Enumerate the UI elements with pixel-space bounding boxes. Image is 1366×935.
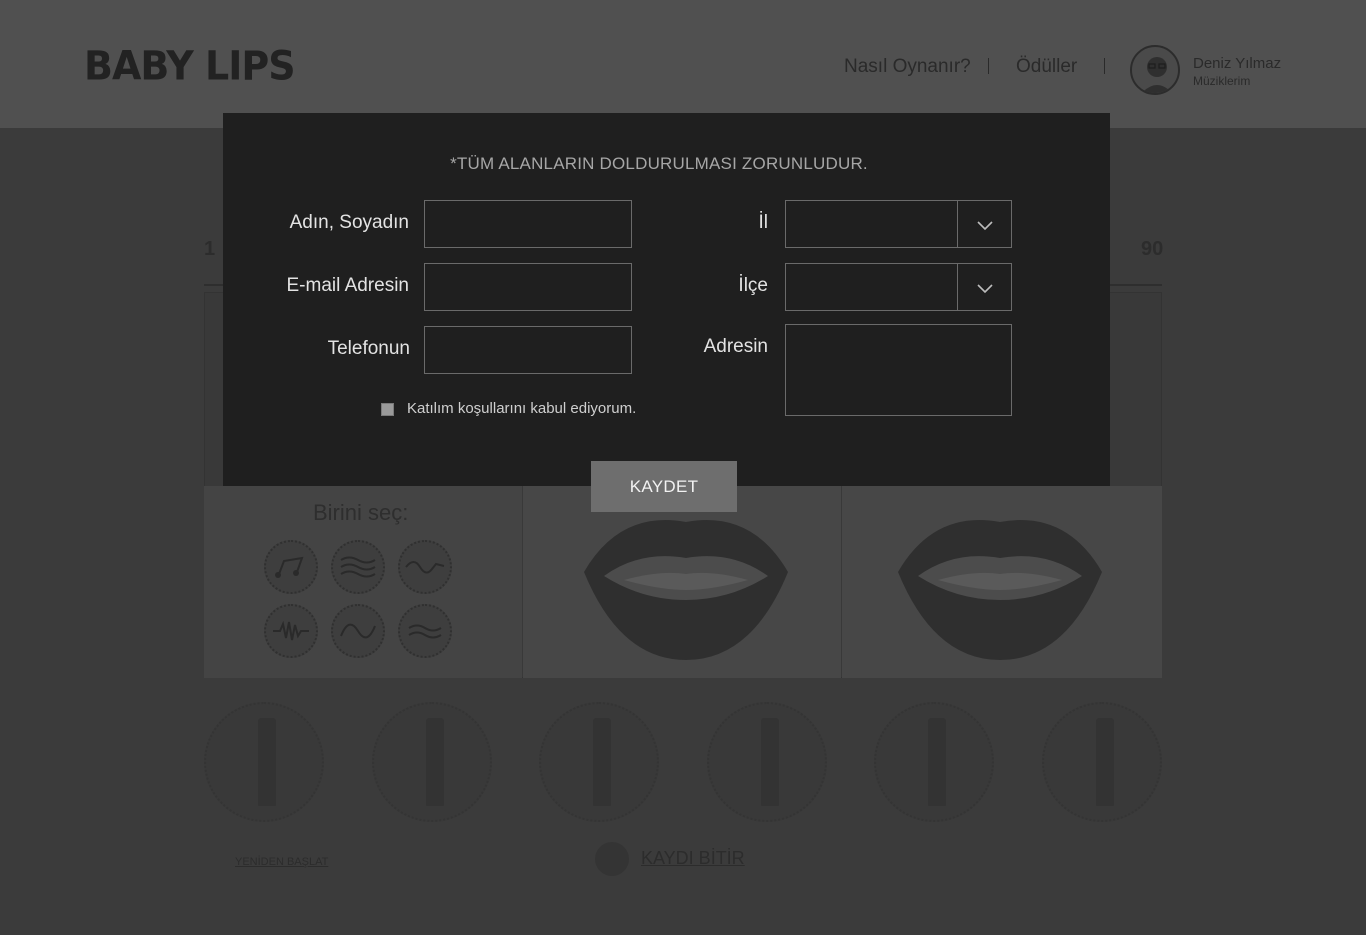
user-music-link[interactable]: Müziklerim [1193,74,1250,88]
ripple-icon[interactable] [398,604,452,658]
lipstick-icon [426,718,444,806]
district-select[interactable] [785,263,1012,311]
pulse-wave-icon[interactable] [264,604,318,658]
nav-separator [1104,58,1105,74]
sine-wave-icon[interactable] [398,540,452,594]
lipstick-option[interactable] [204,702,324,822]
district-select-toggle[interactable] [957,264,1011,310]
terms-checkbox[interactable] [381,403,394,416]
phone-label: Telefonun [327,338,410,359]
save-button[interactable]: KAYDET [591,461,737,512]
district-label: İlçe [738,275,768,296]
lipstick-option[interactable] [372,702,492,822]
lips-image [584,520,788,660]
phone-input[interactable] [424,326,632,374]
site-logo[interactable]: BABY LIPS [84,43,296,89]
nav-how-to-play[interactable]: Nasıl Oynanır? [844,56,971,78]
required-fields-note: *TÜM ALANLARIN DOLDURULMASI ZORUNLUDUR. [450,154,868,173]
address-label: Adresin [703,336,768,357]
terms-label[interactable]: Katılım koşullarını kabul ediyorum. [407,400,636,417]
city-select[interactable] [785,200,1012,248]
email-input[interactable] [424,263,632,311]
user-avatar[interactable] [1130,45,1180,95]
lipstick-option[interactable] [539,702,659,822]
restart-link[interactable]: YENİDEN BAŞLAT [235,856,328,868]
waves-icon[interactable] [331,540,385,594]
scale-end: 90 [1141,238,1164,260]
lipstick-icon [258,718,276,806]
choose-one-label: Birini seç: [313,500,409,525]
city-label: İl [758,212,769,233]
lipstick-icon [593,718,611,806]
notes-icon[interactable] [264,540,318,594]
name-label: Adın, Soyadın [289,212,409,233]
lipstick-option[interactable] [874,702,994,822]
lips-image [898,520,1102,660]
registration-modal: *TÜM ALANLARIN DOLDURULMASI ZORUNLUDUR. … [223,113,1110,486]
scale-start: 1 [204,238,216,260]
lipstick-option[interactable] [707,702,827,822]
nav-separator [988,58,989,74]
lipstick-icon [928,718,946,806]
email-label: E-mail Adresin [286,275,410,296]
user-name[interactable]: Deniz Yılmaz [1193,55,1281,72]
nav-prizes[interactable]: Ödüller [1016,56,1077,78]
lipstick-icon [761,718,779,806]
soft-wave-icon[interactable] [331,604,385,658]
lipstick-icon [1096,718,1114,806]
address-textarea[interactable] [785,324,1012,416]
site-header: BABY LIPS Nasıl Oynanır? Ödüller Deniz Y… [0,0,1366,128]
city-select-toggle[interactable] [957,201,1011,247]
finish-recording-link[interactable]: KAYDI BİTİR [641,848,745,869]
name-input[interactable] [424,200,632,248]
chevron-down-icon [977,284,993,294]
record-icon [595,842,629,876]
chevron-down-icon [977,221,993,231]
lipstick-option[interactable] [1042,702,1162,822]
